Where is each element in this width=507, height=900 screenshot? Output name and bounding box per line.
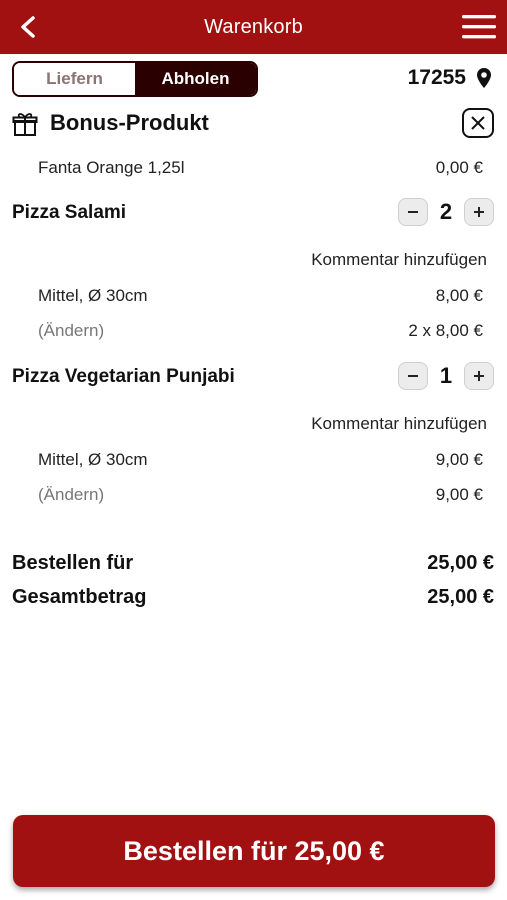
chevron-left-icon [21,16,35,38]
map-pin-icon [477,68,491,88]
order-mode-row: Liefern Abholen 17255 [12,61,494,97]
item-option: Mittel, Ø 30cm [38,286,148,305]
back-button[interactable] [14,13,42,41]
plus-icon [474,371,484,381]
decrease-quantity-button[interactable] [398,198,428,226]
bonus-product-line: Fanta Orange 1,25l 0,00 € [38,158,483,178]
bonus-product-name: Fanta Orange 1,25l [38,158,185,177]
minus-icon [408,375,418,377]
quantity-stepper: 2 [398,198,494,226]
plus-icon [474,207,484,217]
bonus-product-header: Bonus-Produkt [12,108,494,140]
page-title: Warenkorb [204,15,303,38]
bonus-product-title: Bonus-Produkt [50,110,209,135]
item-quantity: 1 [439,363,453,388]
item-change-line: (Ändern) 2 x 8,00 € [38,321,483,341]
deliver-option[interactable]: Liefern [14,63,135,95]
location-selector[interactable]: 17255 [408,66,492,90]
item-change-line: (Ändern) 9,00 € [38,485,483,505]
pickup-option[interactable]: Abholen [135,63,256,95]
gift-icon [12,113,38,136]
item-option-price: 9,00 € [435,450,483,469]
zip-code: 17255 [407,66,466,89]
place-order-button[interactable]: Bestellen für 25,00 € [13,815,495,887]
order-for-label: Bestellen für [12,552,134,574]
order-for-value: 25,00 € [427,552,494,574]
quantity-stepper: 1 [398,362,494,390]
item-name: Pizza Vegetarian Punjabi [12,366,235,387]
order-for-row: Bestellen für 25,00 € [12,552,494,575]
item-option: Mittel, Ø 30cm [38,450,148,469]
item-option-line: Mittel, Ø 30cm 8,00 € [38,286,483,306]
item-line-total: 9,00 € [435,485,483,504]
item-quantity: 2 [439,199,453,224]
item-option-price: 8,00 € [435,286,483,305]
remove-bonus-button[interactable] [462,108,494,138]
grand-total-value: 25,00 € [427,586,494,608]
order-mode-toggle: Liefern Abholen [12,61,258,97]
item-name: Pizza Salami [12,202,127,223]
menu-button[interactable] [461,14,497,40]
item-option-line: Mittel, Ø 30cm 9,00 € [38,450,483,470]
grand-total-row: Gesamtbetrag 25,00 € [12,586,494,609]
decrease-quantity-button[interactable] [398,362,428,390]
increase-quantity-button[interactable] [464,362,494,390]
close-icon [471,116,485,130]
bonus-product-price: 0,00 € [435,158,483,177]
grand-total-label: Gesamtbetrag [12,586,147,608]
minus-icon [408,211,418,213]
add-comment-link[interactable]: Kommentar hinzufügen [311,414,487,434]
cart-item: Pizza Salami 2 [12,198,494,230]
hamburger-menu-icon [462,15,496,39]
cart-item: Pizza Vegetarian Punjabi 1 [12,362,494,394]
item-line-total: 2 x 8,00 € [408,321,483,340]
change-item-link[interactable]: (Ändern) [38,485,104,505]
increase-quantity-button[interactable] [464,198,494,226]
add-comment-link[interactable]: Kommentar hinzufügen [311,250,487,270]
change-item-link[interactable]: (Ändern) [38,321,104,341]
top-app-bar: Warenkorb [0,0,507,54]
